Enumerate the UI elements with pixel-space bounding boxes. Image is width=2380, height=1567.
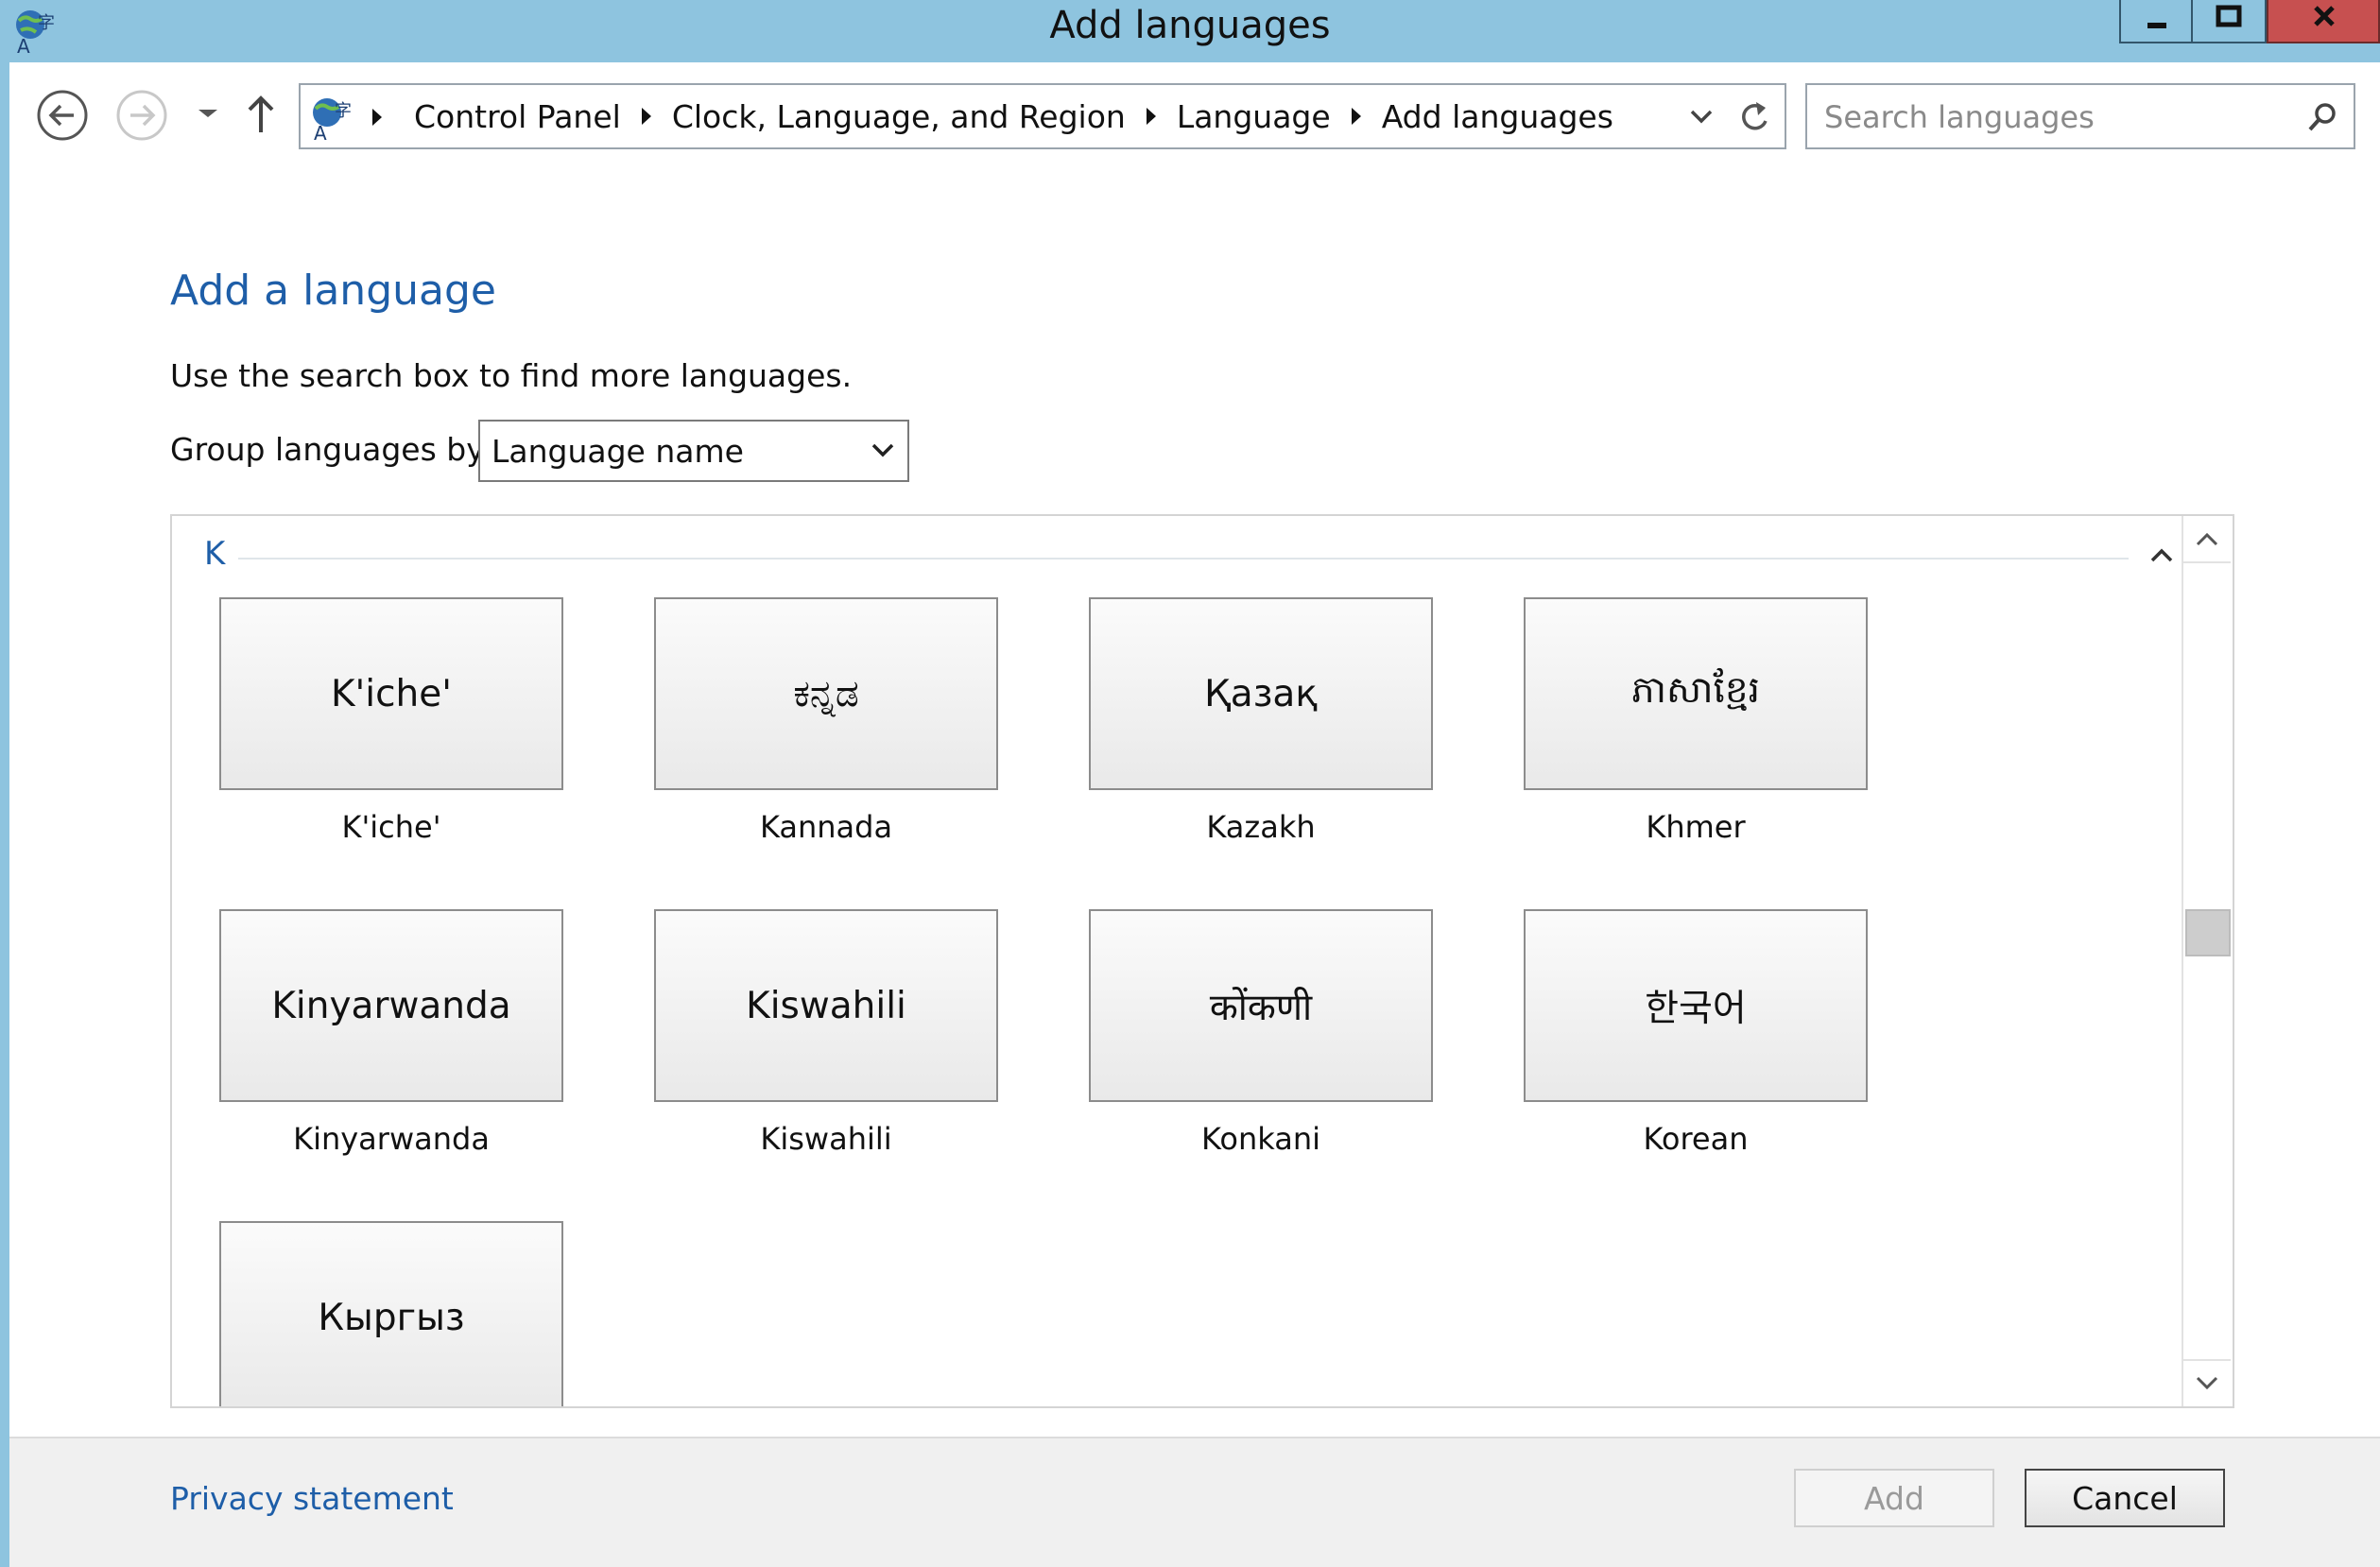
search-icon[interactable] <box>2304 98 2342 136</box>
breadcrumb-add-languages[interactable]: Add languages <box>1369 98 1627 135</box>
language-caption-kazakh: Kazakh <box>1206 809 1316 845</box>
scroll-up-arrow-icon[interactable] <box>2183 516 2231 563</box>
language-tile-kazakh[interactable]: Қазақ <box>1089 597 1433 790</box>
language-caption-khmer: Khmer <box>1646 809 1746 845</box>
breadcrumb-separator-icon[interactable] <box>1146 108 1156 125</box>
language-tile-kyrgyz[interactable]: Кыргыз <box>219 1221 563 1406</box>
instructions-text: Use the search box to find more language… <box>170 357 853 394</box>
close-button[interactable] <box>2267 0 2380 43</box>
breadcrumb-separator-icon[interactable] <box>641 108 651 125</box>
language-tile-kinyarwanda[interactable]: Kinyarwanda <box>219 909 563 1102</box>
language-caption-kannada: Kannada <box>759 809 893 845</box>
minimize-button[interactable] <box>2119 0 2193 43</box>
add-button[interactable]: Add <box>1794 1469 1994 1527</box>
breadcrumb-clock-language-region[interactable]: Clock, Language, and Region <box>659 98 1139 135</box>
language-tile-konkani[interactable]: कोंकणी <box>1089 909 1433 1102</box>
dialog-footer: Privacy statement Add Cancel <box>9 1437 2380 1567</box>
breadcrumb-control-panel[interactable]: Control Panel <box>401 98 634 135</box>
address-bar[interactable]: A 字 Control Panel Clock, Language, and R… <box>299 83 1786 149</box>
language-tile-korean[interactable]: 한국어 <box>1524 909 1868 1102</box>
breadcrumb-separator-icon[interactable] <box>1351 108 1361 125</box>
language-caption-kiche: K'iche' <box>341 809 441 845</box>
svg-text:A: A <box>314 122 327 142</box>
recent-locations-chevron-icon[interactable] <box>189 95 227 132</box>
maximize-icon <box>2216 5 2242 27</box>
close-icon <box>2314 6 2335 26</box>
svg-text:字: 字 <box>335 101 352 121</box>
language-list-panel: K K'iche' K'iche' ಕನ್ನಡ Kannada Қазақ Ka… <box>170 514 2234 1408</box>
page-title: Add a language <box>170 267 496 315</box>
dropdown-chevron-icon <box>871 443 894 457</box>
language-tile-kiswahili[interactable]: Kiswahili <box>654 909 998 1102</box>
scroll-down-arrow-icon[interactable] <box>2183 1359 2231 1406</box>
title-bar: A 字 Add languages <box>0 0 2380 62</box>
collapse-group-chevron-icon[interactable] <box>2138 531 2185 578</box>
control-panel-globe-icon: A 字 <box>313 98 352 142</box>
privacy-statement-link[interactable]: Privacy statement <box>170 1480 454 1517</box>
up-arrow-button[interactable] <box>242 91 280 138</box>
search-box[interactable] <box>1805 83 2355 149</box>
language-tile-kannada[interactable]: ಕನ್ನಡ <box>654 597 998 790</box>
breadcrumb-language[interactable]: Language <box>1164 98 1344 135</box>
group-by-value: Language name <box>492 433 744 470</box>
vertical-scrollbar[interactable] <box>2182 516 2231 1406</box>
language-tile-khmer[interactable]: ភាសាខ្មែរ <box>1524 597 1868 790</box>
breadcrumb-separator-icon <box>372 109 382 126</box>
cancel-button[interactable]: Cancel <box>2025 1469 2225 1527</box>
back-button[interactable] <box>34 87 91 144</box>
scrollbar-thumb[interactable] <box>2185 909 2231 956</box>
language-caption-kinyarwanda: Kinyarwanda <box>293 1121 490 1157</box>
maximize-button[interactable] <box>2193 0 2267 43</box>
minimize-icon <box>2147 23 2166 28</box>
group-by-dropdown[interactable]: Language name <box>478 420 909 482</box>
search-input[interactable] <box>1822 93 2280 142</box>
breadcrumb: Control Panel Clock, Language, and Regio… <box>401 85 1627 147</box>
language-caption-korean: Korean <box>1643 1121 1749 1157</box>
window-body: A 字 Control Panel Clock, Language, and R… <box>9 62 2380 1567</box>
language-tile-kiche[interactable]: K'iche' <box>219 597 563 790</box>
language-caption-kiswahili: Kiswahili <box>760 1121 892 1157</box>
refresh-icon[interactable] <box>1733 96 1775 138</box>
group-header-divider <box>238 558 2129 560</box>
group-by-label: Group languages by: <box>170 431 493 468</box>
window-title: Add languages <box>1049 4 1331 47</box>
forward-button[interactable] <box>113 87 170 144</box>
group-header-letter: K <box>204 535 226 573</box>
address-history-chevron-icon[interactable] <box>1682 100 1720 134</box>
language-caption-konkani: Konkani <box>1201 1121 1320 1157</box>
